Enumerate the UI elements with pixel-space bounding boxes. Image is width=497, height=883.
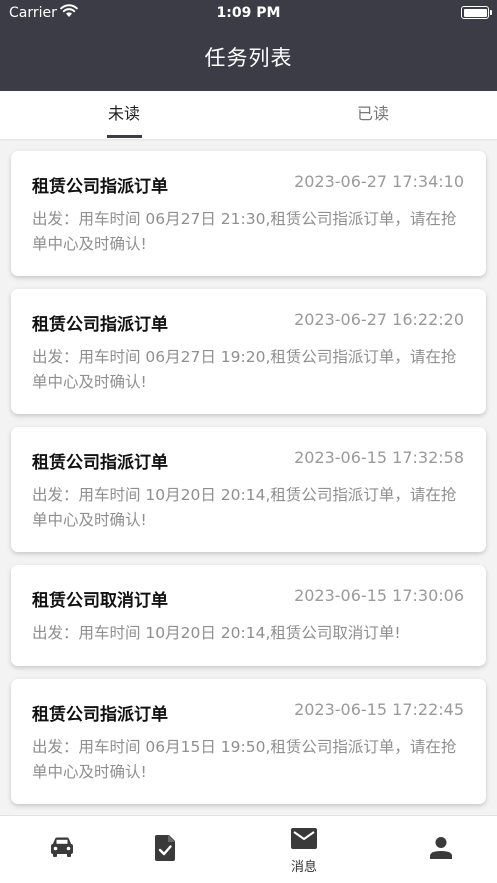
task-time: 2023-06-27 17:34:10 — [294, 172, 464, 191]
task-time: 2023-06-27 16:22:20 — [294, 310, 464, 329]
task-title: 租赁公司指派订单 — [32, 453, 168, 473]
battery-icon — [461, 6, 492, 19]
task-description: 出发：用车时间 10月20日 20:14,租赁公司指派订单，请在抢单中心及时确认… — [32, 486, 457, 529]
task-icon — [155, 835, 175, 861]
active-tab-indicator — [107, 135, 142, 138]
mail-icon — [291, 828, 317, 849]
tab-read[interactable]: 已读 — [249, 91, 497, 139]
task-time: 2023-06-15 17:30:06 — [294, 586, 464, 605]
task-title: 租赁公司指派订单 — [32, 177, 168, 197]
task-time: 2023-06-15 17:32:58 — [294, 448, 464, 467]
person-icon — [430, 837, 452, 859]
clock: 1:09 PM — [216, 5, 281, 21]
task-time: 2023-06-15 17:22:45 — [294, 700, 464, 719]
bottom-nav: 消息 — [0, 815, 497, 883]
task-card[interactable]: 租赁公司指派订单 2023-06-27 17:34:10 出发：用车时间 06月… — [11, 151, 486, 276]
tab-bar: 未读 已读 — [0, 91, 497, 139]
page-title: 任务列表 — [204, 46, 293, 70]
app-header: Carrier 1:09 PM 任务列表 — [0, 0, 497, 91]
task-card[interactable]: 租赁公司指派订单 2023-06-27 16:22:20 出发：用车时间 06月… — [11, 289, 486, 414]
car-icon — [51, 837, 73, 857]
task-title: 租赁公司取消订单 — [32, 591, 168, 611]
nav-item-profile[interactable] — [379, 816, 497, 883]
task-description: 出发：用车时间 10月20日 20:14,租赁公司取消订单! — [32, 624, 401, 642]
task-description: 出发：用车时间 06月27日 19:20,租赁公司指派订单，请在抢单中心及时确认… — [32, 348, 457, 391]
task-description: 出发：用车时间 06月27日 21:30,租赁公司指派订单，请在抢单中心及时确认… — [32, 210, 457, 253]
task-card[interactable]: 租赁公司指派订单 2023-06-15 17:32:58 出发：用车时间 10月… — [11, 427, 486, 552]
status-bar: Carrier 1:09 PM — [0, 0, 497, 26]
task-description: 出发：用车时间 06月15日 19:50,租赁公司指派订单，请在抢单中心及时确认… — [32, 738, 457, 781]
nav-item-messages[interactable]: 消息 — [242, 816, 366, 883]
nav-item-tasks[interactable] — [104, 816, 228, 883]
task-title: 租赁公司指派订单 — [32, 315, 168, 335]
nav-label-messages: 消息 — [290, 860, 317, 875]
task-card[interactable]: 租赁公司取消订单 2023-06-15 17:30:06 出发：用车时间 10月… — [11, 565, 486, 666]
task-title: 租赁公司指派订单 — [32, 705, 168, 725]
task-card[interactable]: 租赁公司指派订单 2023-06-15 17:22:45 出发：用车时间 06月… — [11, 679, 486, 804]
tab-unread[interactable]: 未读 — [0, 91, 248, 139]
